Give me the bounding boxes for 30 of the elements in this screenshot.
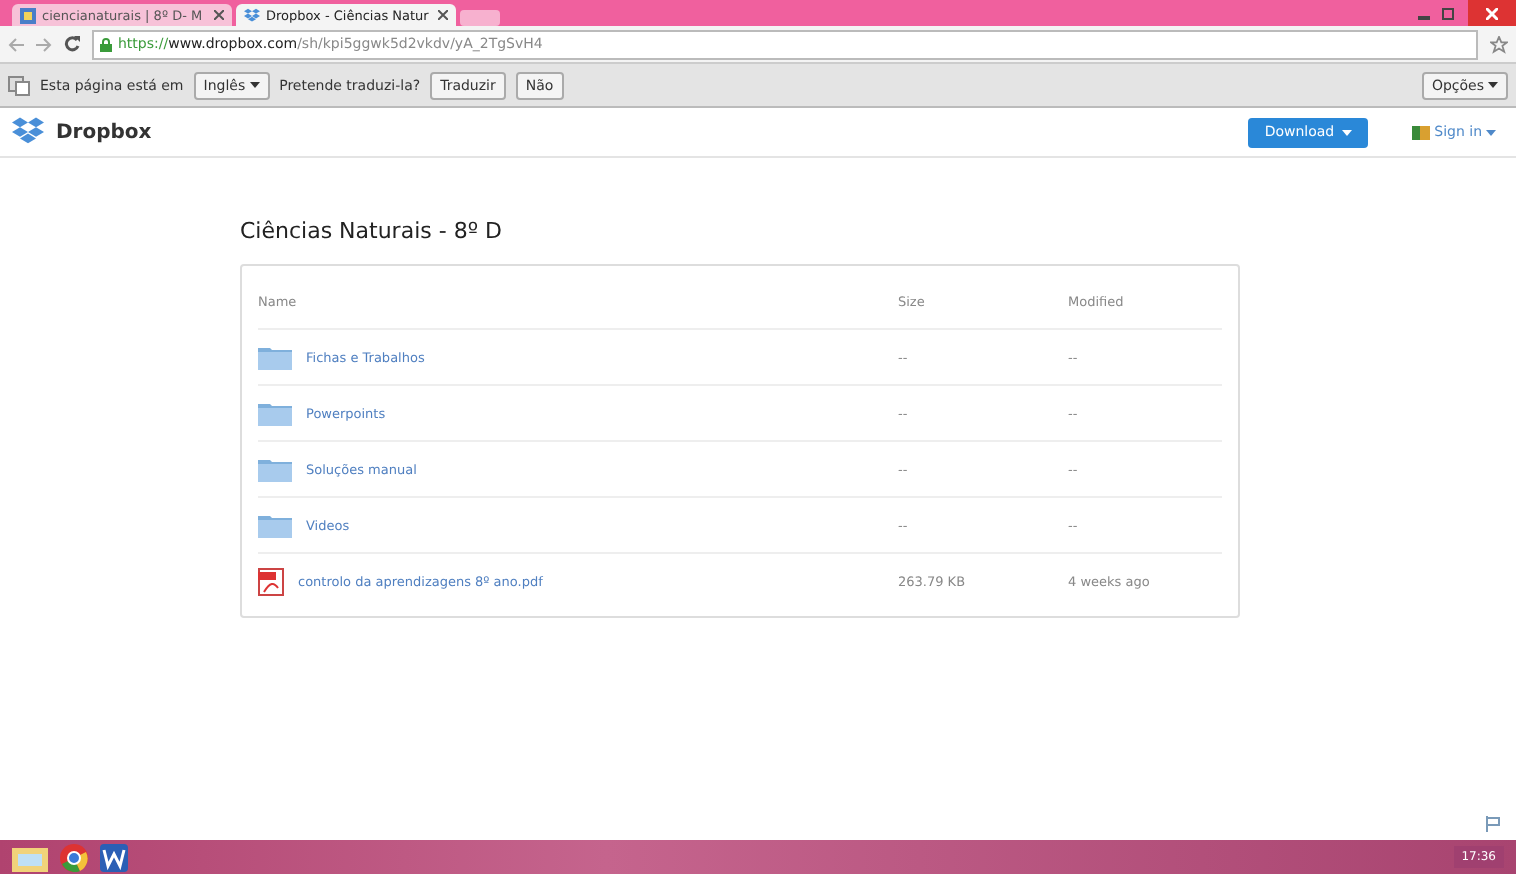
dropbox-logo-text: Dropbox — [56, 121, 152, 143]
chrome-icon[interactable] — [60, 843, 88, 871]
reload-icon[interactable] — [64, 36, 80, 52]
dropbox-logo-icon — [244, 7, 260, 23]
caret-icon — [1486, 129, 1496, 135]
caret-icon — [1342, 129, 1353, 135]
close-icon[interactable] — [438, 10, 448, 20]
caret-icon — [249, 82, 260, 88]
app-grid-icon — [1412, 125, 1431, 139]
translate-icon — [8, 75, 30, 95]
restore-icon[interactable] — [1442, 6, 1456, 20]
close-icon[interactable] — [214, 10, 224, 20]
pdf-icon — [258, 567, 284, 595]
folder-icon — [258, 456, 292, 482]
lock-icon — [100, 37, 112, 51]
folder-title: Ciências Naturais - 8º D — [240, 218, 504, 244]
back-icon[interactable] — [8, 37, 24, 51]
dropbox-logo-icon — [12, 116, 44, 148]
folder-icon — [258, 400, 292, 426]
folder-icon — [258, 344, 292, 370]
close-icon — [1486, 7, 1498, 19]
caret-icon — [1488, 82, 1498, 88]
flag-icon[interactable] — [1486, 816, 1500, 832]
folder-icon[interactable] — [12, 843, 48, 871]
folder-icon — [258, 512, 292, 538]
close-button[interactable] — [1468, 0, 1516, 26]
forward-icon[interactable] — [36, 37, 52, 51]
word-icon[interactable] — [100, 843, 128, 871]
site-icon — [20, 7, 36, 23]
star-icon[interactable] — [1490, 35, 1508, 53]
